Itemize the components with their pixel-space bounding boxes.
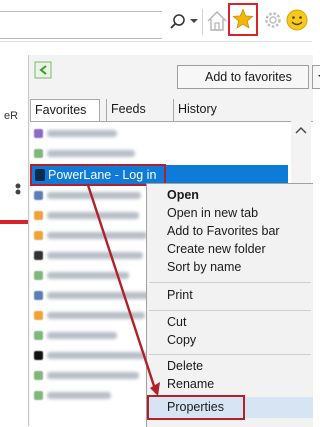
blurred-label bbox=[47, 232, 147, 239]
favicon-icon bbox=[34, 291, 43, 300]
chevron-down-icon bbox=[318, 75, 320, 77]
chevron-down-icon[interactable] bbox=[190, 16, 198, 26]
blurred-label bbox=[47, 392, 111, 399]
favorites-star-highlight bbox=[228, 3, 258, 36]
menu-item-sort-by-name[interactable]: Sort by name bbox=[167, 260, 241, 274]
menu-item-rename[interactable]: Rename bbox=[167, 377, 214, 391]
page-background: eR bbox=[0, 42, 28, 426]
menu-separator bbox=[149, 282, 311, 283]
menu-item-copy[interactable]: Copy bbox=[167, 333, 196, 347]
menu-item-delete[interactable]: Delete bbox=[167, 359, 203, 373]
favorites-star-icon[interactable] bbox=[232, 8, 254, 30]
list-item[interactable] bbox=[30, 124, 288, 144]
favicon-icon bbox=[34, 331, 43, 340]
menu-item-print[interactable]: Print bbox=[167, 288, 193, 302]
tab-feeds[interactable]: Feeds bbox=[106, 99, 168, 121]
address-bar[interactable] bbox=[0, 11, 162, 39]
add-to-favorites-button[interactable]: Add to favorites bbox=[177, 65, 309, 89]
blurred-label bbox=[47, 272, 129, 279]
page-text-fragment: eR bbox=[4, 110, 19, 122]
tab-favorites[interactable]: Favorites bbox=[30, 99, 100, 122]
list-item-selected[interactable]: PowerLane - Log in bbox=[30, 164, 288, 186]
add-to-favorites-dropdown[interactable] bbox=[312, 65, 320, 89]
context-menu: Open Open in new tab Add to Favorites ba… bbox=[146, 183, 313, 427]
blurred-label bbox=[47, 150, 135, 157]
favicon-icon bbox=[34, 191, 43, 200]
menu-item-cut[interactable]: Cut bbox=[167, 315, 186, 329]
smiley-feedback-icon[interactable] bbox=[285, 8, 309, 32]
menu-item-create-folder[interactable]: Create new folder bbox=[167, 242, 266, 256]
blurred-label bbox=[47, 192, 141, 199]
favicon-icon bbox=[34, 251, 43, 260]
search-icon[interactable] bbox=[168, 12, 188, 32]
favicon-icon bbox=[34, 129, 43, 138]
blurred-label bbox=[47, 352, 147, 359]
menu-item-open[interactable]: Open bbox=[167, 188, 199, 202]
favicon-icon bbox=[34, 351, 43, 360]
blurred-label bbox=[47, 372, 139, 379]
tab-history[interactable]: History bbox=[173, 99, 273, 121]
favicon-icon bbox=[34, 311, 43, 320]
favicon-icon bbox=[34, 231, 43, 240]
toolbar-divider bbox=[202, 9, 203, 35]
favicon-icon bbox=[34, 271, 43, 280]
blurred-label bbox=[47, 130, 117, 137]
scroll-up-chevron-icon[interactable] bbox=[295, 125, 307, 135]
favicon-icon bbox=[34, 149, 43, 158]
toolbar-bottom-border bbox=[0, 41, 312, 42]
blurred-label bbox=[47, 332, 117, 339]
page-accent-bar bbox=[0, 220, 28, 224]
blurred-label bbox=[47, 252, 143, 259]
menu-separator bbox=[149, 310, 311, 311]
pin-panel-icon[interactable] bbox=[34, 61, 52, 79]
blurred-label bbox=[47, 292, 151, 299]
favicon-icon bbox=[34, 371, 43, 380]
favicon-icon bbox=[34, 391, 43, 400]
favicon-icon bbox=[34, 211, 43, 220]
list-item[interactable] bbox=[30, 144, 288, 164]
browser-toolbar bbox=[0, 0, 312, 42]
properties-highlight bbox=[147, 395, 245, 420]
home-icon[interactable] bbox=[205, 8, 229, 34]
gear-icon[interactable] bbox=[262, 9, 284, 31]
menu-separator bbox=[149, 354, 311, 355]
page-logo-fragment bbox=[15, 183, 21, 195]
blurred-label bbox=[47, 212, 139, 219]
menu-item-open-new-tab[interactable]: Open in new tab bbox=[167, 206, 258, 220]
menu-item-add-favorites-bar[interactable]: Add to Favorites bar bbox=[167, 224, 280, 238]
blurred-label bbox=[47, 312, 145, 319]
